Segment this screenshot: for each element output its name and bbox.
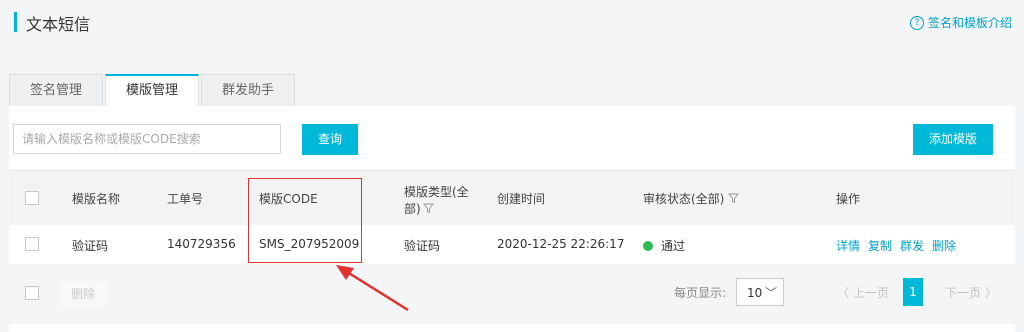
row-type: 验证码 <box>404 239 441 253</box>
tab-bar: 签名管理 模版管理 群发助手 <box>9 74 297 107</box>
header-name: 模版名称 <box>72 192 121 206</box>
bulk-delete-button[interactable]: 删除 <box>59 282 108 306</box>
prev-page-label: 上一页 <box>852 286 889 300</box>
search-input[interactable]: 请输入模版名称或模版CODE搜索 <box>13 124 281 154</box>
per-page-value: 10 <box>747 286 763 300</box>
annotation-highlight-box <box>248 178 362 263</box>
chevron-right-icon: 〉 <box>984 286 997 300</box>
tab-signature[interactable]: 签名管理 <box>9 74 104 106</box>
per-page-select[interactable]: 10 ﹀ <box>736 278 784 306</box>
filter-icon[interactable] <box>728 193 740 204</box>
tab-template[interactable]: 模版管理 <box>105 74 200 107</box>
search-button[interactable]: 查询 <box>302 124 358 155</box>
filter-icon[interactable] <box>422 203 434 214</box>
row-status: 通过 <box>643 237 685 254</box>
next-page-label: 下一页 <box>945 286 982 300</box>
table-row: 验证码 140729356 SMS_207952009 验证码 2020-12-… <box>9 224 1015 265</box>
select-all-checkbox[interactable] <box>25 191 39 205</box>
header-type-line2: 部) <box>404 202 421 216</box>
row-actions: 详情 复制 群发 删除 <box>836 237 956 254</box>
row-name: 验证码 <box>72 239 109 253</box>
chevron-down-icon: ﹀ <box>764 286 777 300</box>
prev-page-button[interactable]: 〈 上一页 <box>837 284 889 301</box>
question-icon: ? <box>909 15 924 30</box>
header-type-line1: 模版类型(全 <box>404 185 469 199</box>
action-bulk-send[interactable]: 群发 <box>900 237 924 254</box>
header-ticket: 工单号 <box>167 192 204 206</box>
title-accent-bar <box>14 12 17 32</box>
add-template-button[interactable]: 添加模版 <box>913 124 993 155</box>
action-delete[interactable]: 删除 <box>932 237 956 254</box>
tab-bulk-send[interactable]: 群发助手 <box>201 74 296 106</box>
row-created: 2020-12-25 22:26:17 <box>497 237 625 251</box>
annotation-arrow-icon <box>336 265 409 312</box>
row-checkbox[interactable] <box>25 237 39 251</box>
next-page-button[interactable]: 下一页 〉 <box>945 284 997 301</box>
header-created: 创建时间 <box>497 192 546 206</box>
page-header: 文本短信 ? 签名和模板介绍 <box>0 0 1024 56</box>
current-page[interactable]: 1 <box>903 278 923 306</box>
status-label: 通过 <box>661 239 686 253</box>
header-actions: 操作 <box>836 192 861 206</box>
action-copy[interactable]: 复制 <box>868 237 892 254</box>
row-ticket: 140729356 <box>167 237 236 251</box>
header-type[interactable]: 模版类型(全 部) <box>404 183 469 217</box>
action-detail[interactable]: 详情 <box>836 237 860 254</box>
chevron-left-icon: 〈 <box>837 286 850 300</box>
header-status-label: 审核状态(全部) <box>643 192 725 206</box>
status-dot-icon <box>643 240 653 251</box>
table-header: 模版名称 工单号 模版CODE 模版类型(全 部) 创建时间 审核状态(全部) … <box>9 170 1015 225</box>
page-title: 文本短信 <box>26 15 91 34</box>
header-status[interactable]: 审核状态(全部) <box>643 190 740 207</box>
table-footer: 删除 每页显示: 10 ﹀ 〈 上一页 1 下一页 〉 <box>9 264 1015 324</box>
footer-select-checkbox[interactable] <box>25 286 39 300</box>
intro-link[interactable]: ? 签名和模板介绍 <box>909 14 1012 31</box>
per-page-label: 每页显示: <box>674 286 727 300</box>
intro-label: 签名和模板介绍 <box>927 16 1012 30</box>
